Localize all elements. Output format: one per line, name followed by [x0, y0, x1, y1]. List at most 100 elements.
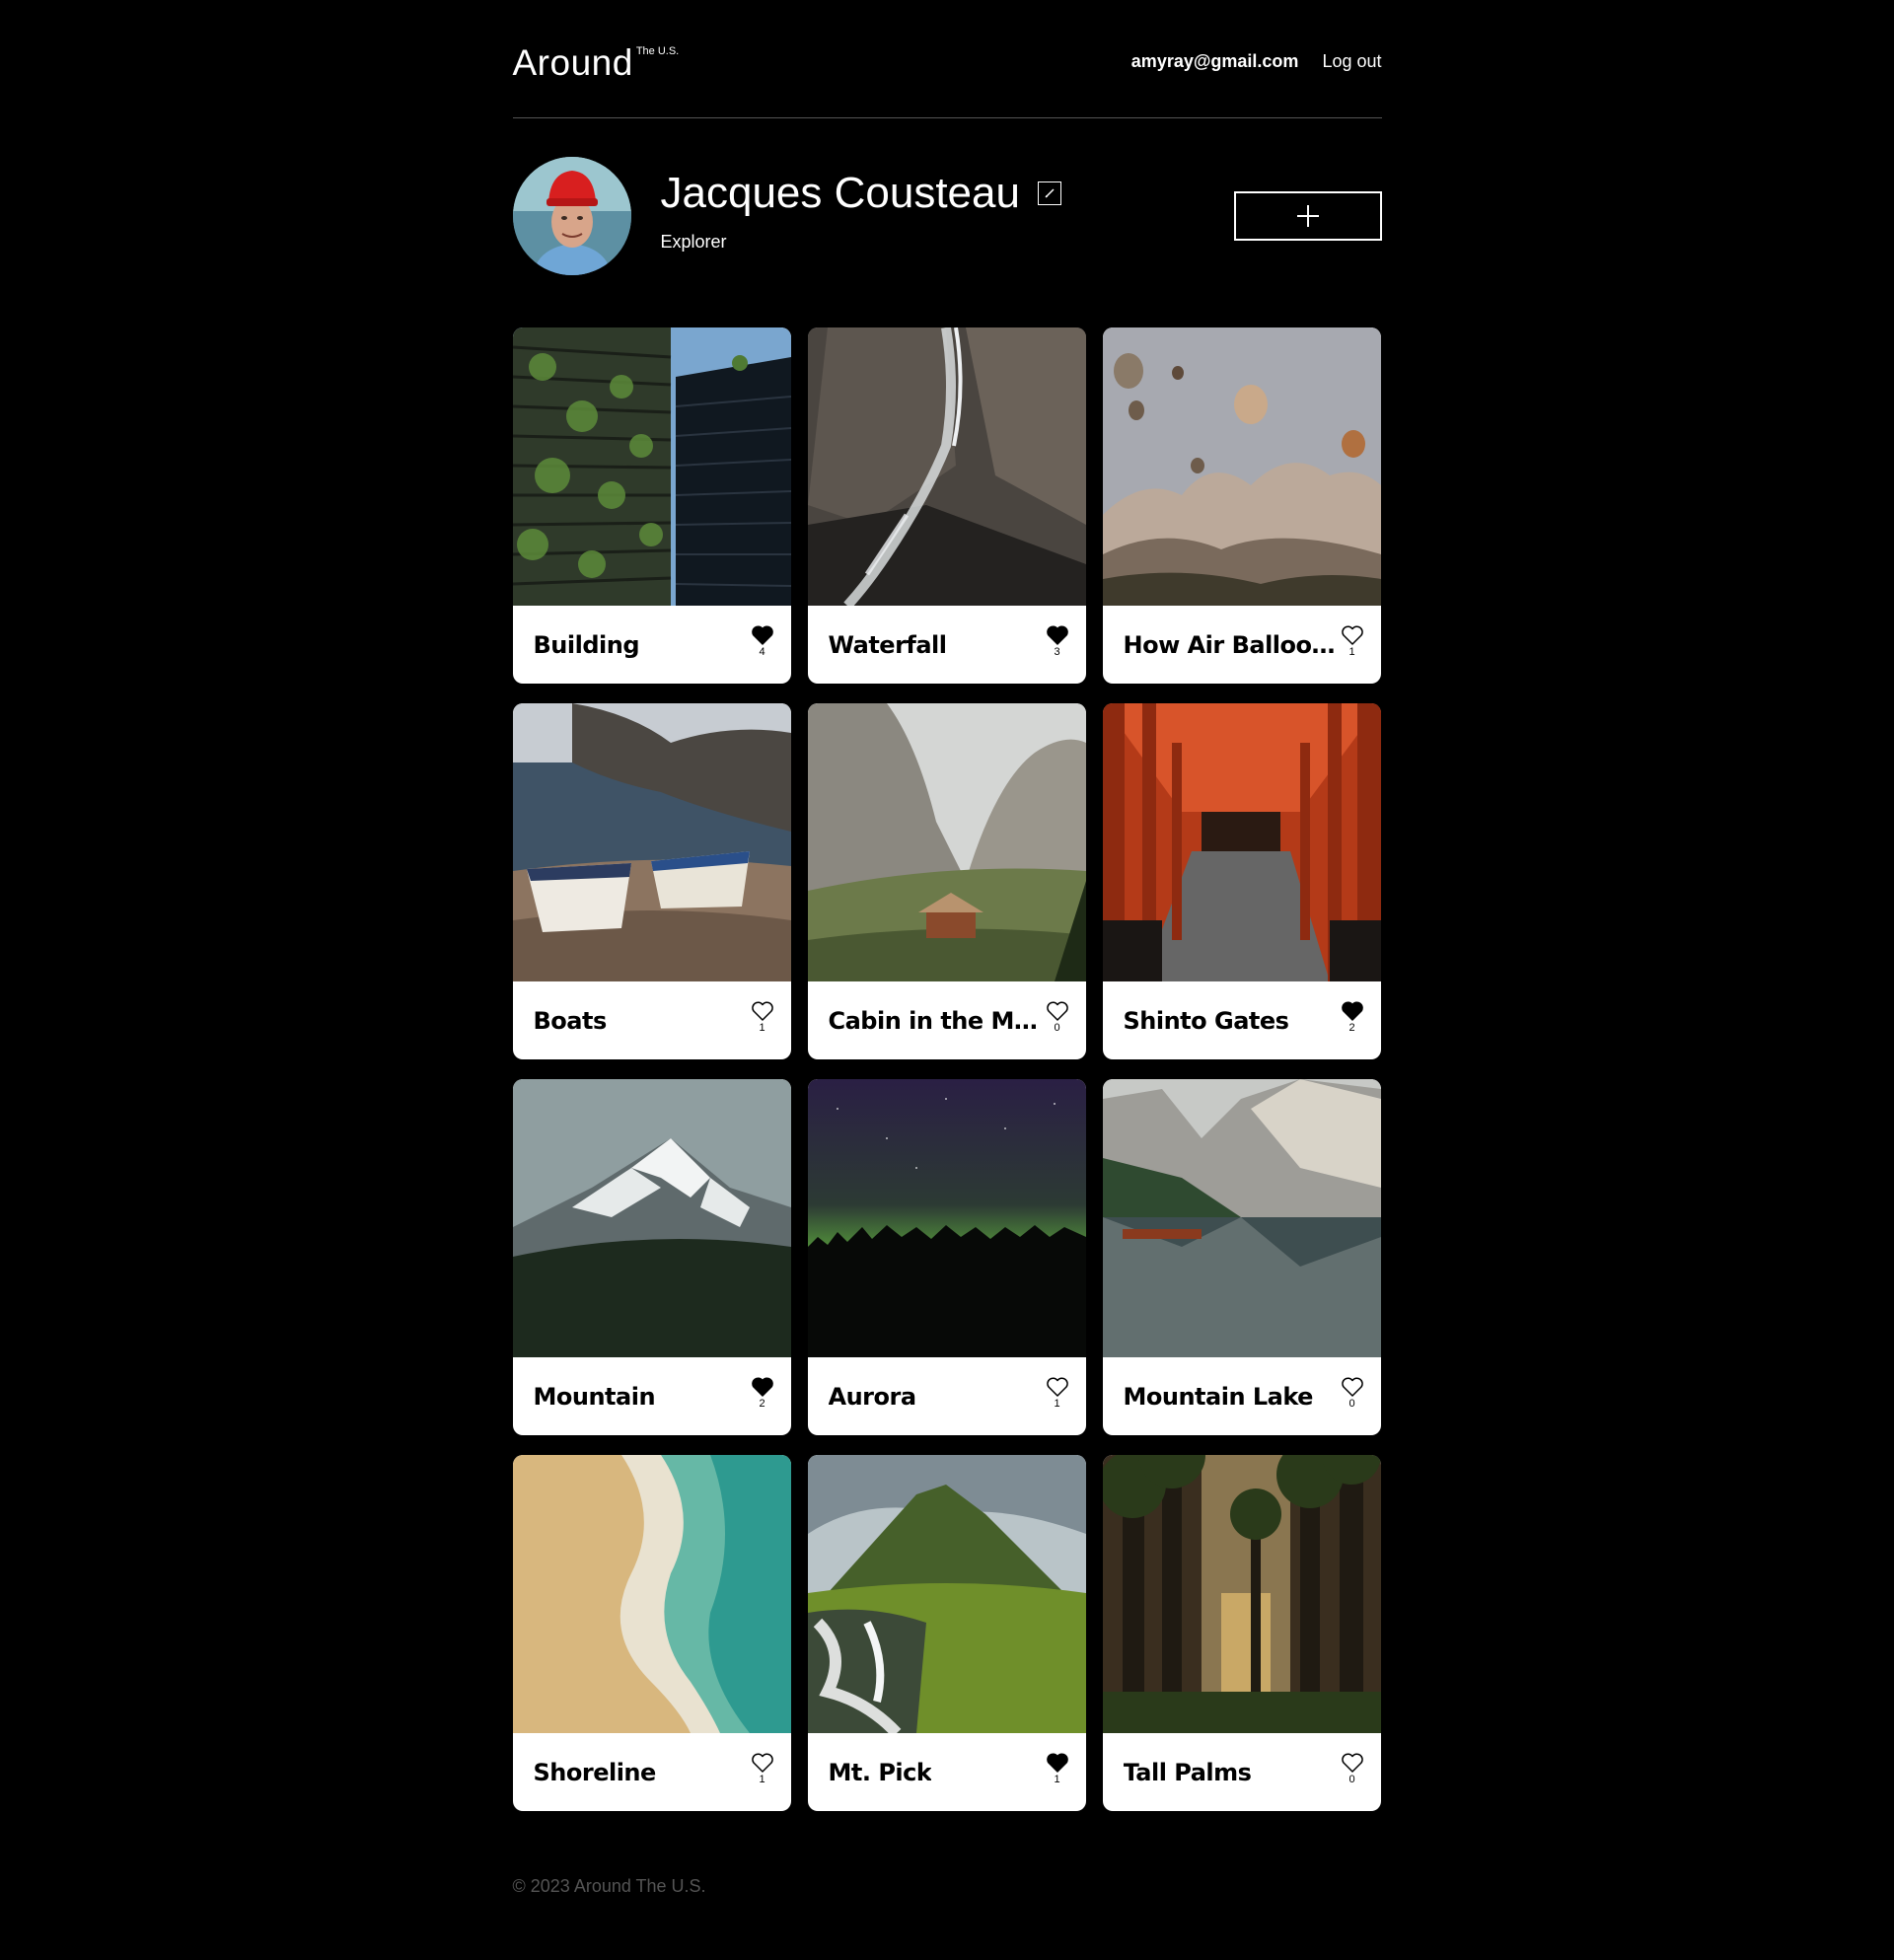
boats-image — [512, 703, 791, 981]
like-group: 4 — [751, 625, 773, 658]
heart-icon[interactable] — [1046, 1753, 1068, 1773]
card: How Air Balloons 1 — [1102, 327, 1381, 684]
like-group: 0 — [1341, 1753, 1363, 1785]
cabin-image — [807, 703, 1086, 981]
card-title: Mt. Pick — [828, 1758, 932, 1786]
like-group: 1 — [1046, 1377, 1068, 1410]
card-image[interactable] — [807, 327, 1086, 606]
heart-icon[interactable] — [1046, 625, 1068, 645]
like-group: 1 — [1341, 625, 1363, 658]
like-count: 1 — [1348, 646, 1355, 658]
like-group: 1 — [1046, 1753, 1068, 1785]
heart-icon[interactable] — [1341, 1377, 1363, 1397]
avatar[interactable] — [512, 157, 631, 275]
profile-about: Explorer — [660, 231, 727, 252]
like-group: 0 — [1046, 1001, 1068, 1034]
air-balloons-image — [1102, 327, 1381, 606]
shinto-gates-image — [1102, 703, 1381, 981]
card-title: Mountain — [533, 1382, 656, 1411]
card-image[interactable] — [512, 1455, 791, 1733]
profile-name-row: Jacques Cousteau — [661, 169, 1061, 218]
like-count: 0 — [1348, 1774, 1355, 1785]
heart-icon[interactable] — [1341, 625, 1363, 645]
card-image[interactable] — [1102, 1455, 1381, 1733]
card: Mt. Pick 1 — [807, 1455, 1086, 1811]
add-card-button[interactable] — [1233, 191, 1382, 241]
card: Mountain 2 — [512, 1079, 791, 1435]
like-group: 2 — [751, 1377, 773, 1410]
card-title: Shoreline — [533, 1758, 656, 1786]
card-footer: How Air Balloons 1 — [1103, 606, 1381, 684]
heart-icon[interactable] — [1046, 1377, 1068, 1397]
mt-pick-image — [807, 1455, 1086, 1733]
card-image[interactable] — [807, 703, 1086, 981]
heart-icon[interactable] — [1341, 1001, 1363, 1021]
heart-icon[interactable] — [751, 1001, 773, 1021]
card-image[interactable] — [1102, 1079, 1381, 1357]
like-count: 4 — [759, 646, 765, 658]
avatar-image — [512, 157, 631, 275]
card-footer: Mountain 2 — [513, 1357, 791, 1435]
like-group: 0 — [1341, 1377, 1363, 1410]
card-title: Shinto Gates — [1123, 1006, 1289, 1035]
card-footer: Mountain Lake 0 — [1103, 1357, 1381, 1435]
card-image[interactable] — [512, 1079, 791, 1357]
like-count: 0 — [1348, 1398, 1355, 1410]
profile-info: Jacques Cousteau Explorer — [661, 169, 1061, 253]
header-user-menu: amyray@gmail.com Log out — [1131, 51, 1382, 72]
card-footer: Cabin in the Mou... 0 — [808, 981, 1086, 1059]
edit-profile-button[interactable] — [1037, 181, 1061, 205]
card-footer: Aurora 1 — [808, 1357, 1086, 1435]
card: Shinto Gates 2 — [1102, 703, 1381, 1059]
logo: Around The U.S. — [513, 43, 680, 83]
logout-link[interactable]: Log out — [1322, 51, 1381, 72]
heart-icon[interactable] — [751, 1377, 773, 1397]
profile-name: Jacques Cousteau — [660, 168, 1020, 217]
card-footer: Shoreline 1 — [513, 1733, 791, 1811]
tall-palms-image — [1102, 1455, 1381, 1733]
footer: © 2023 Around The U.S. — [513, 1876, 1382, 1897]
header: Around The U.S. amyray@gmail.com Log out — [512, 39, 1382, 118]
card-footer: Building 4 — [513, 606, 791, 684]
shoreline-image — [512, 1455, 791, 1733]
card: Boats 1 — [512, 703, 791, 1059]
card: Tall Palms 0 — [1102, 1455, 1381, 1811]
heart-icon[interactable] — [1046, 1001, 1068, 1021]
card-title: Tall Palms — [1123, 1758, 1252, 1786]
profile: Jacques Cousteau Explorer — [512, 157, 1382, 275]
like-count: 1 — [1054, 1398, 1060, 1410]
card-title: Aurora — [828, 1382, 916, 1411]
copyright: © 2023 Around The U.S. — [512, 1876, 706, 1896]
card-title: Waterfall — [828, 630, 947, 659]
card-footer: Boats 1 — [513, 981, 791, 1059]
heart-icon[interactable] — [751, 1753, 773, 1773]
cards-grid: Building 4 Waterfall 3 How Air Balloons … — [512, 327, 1382, 1811]
heart-icon[interactable] — [1341, 1753, 1363, 1773]
like-count: 1 — [759, 1022, 765, 1034]
card-image[interactable] — [1102, 703, 1381, 981]
page: Around The U.S. amyray@gmail.com Log out — [512, 0, 1382, 1897]
card-title: Building — [533, 630, 640, 659]
like-count: 1 — [1054, 1774, 1060, 1785]
aurora-image — [807, 1079, 1086, 1357]
card: Waterfall 3 — [807, 327, 1086, 684]
card-image[interactable] — [512, 703, 791, 981]
card: Cabin in the Mou... 0 — [807, 703, 1086, 1059]
like-group: 1 — [751, 1753, 773, 1785]
pencil-icon — [1045, 187, 1055, 198]
logo-superscript: The U.S. — [635, 45, 680, 57]
like-count: 2 — [1348, 1022, 1355, 1034]
mountain-lake-image — [1102, 1079, 1381, 1357]
card: Building 4 — [512, 327, 791, 684]
heart-icon[interactable] — [751, 625, 773, 645]
card-title: Boats — [533, 1006, 607, 1035]
card-image[interactable] — [1102, 327, 1381, 606]
logo-text: Around — [512, 42, 633, 83]
card-footer: Shinto Gates 2 — [1103, 981, 1381, 1059]
card: Shoreline 1 — [512, 1455, 791, 1811]
card-footer: Tall Palms 0 — [1103, 1733, 1381, 1811]
card-image[interactable] — [807, 1079, 1086, 1357]
card-image[interactable] — [807, 1455, 1086, 1733]
card-image[interactable] — [512, 327, 791, 606]
card-title: Cabin in the Mou... — [828, 1006, 1046, 1035]
